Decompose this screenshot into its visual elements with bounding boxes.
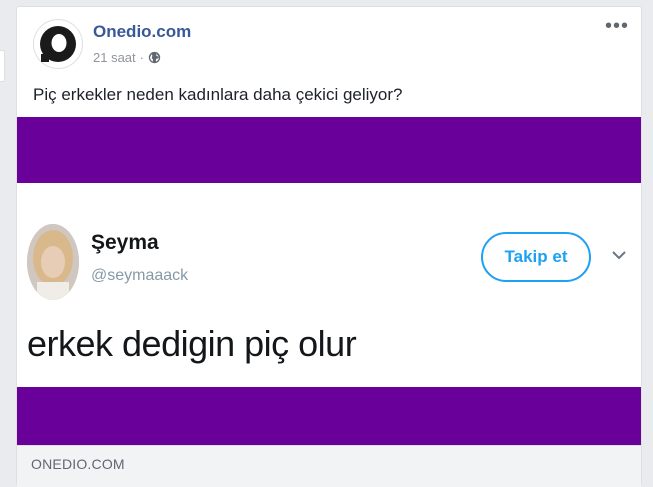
left-edge-tab xyxy=(0,50,5,82)
page-name-link[interactable]: Onedio.com xyxy=(93,22,191,42)
tweet-author-handle: @seymaaack xyxy=(91,267,189,284)
follow-button[interactable]: Takip et xyxy=(481,232,591,282)
tweet-author-name: Şeyma xyxy=(91,231,159,254)
link-image[interactable]: Şeyma @seymaaack Takip et erkek dedigin … xyxy=(17,117,641,445)
purple-band-bottom xyxy=(17,387,641,445)
tweet-avatar xyxy=(27,224,79,300)
more-options-icon[interactable]: ••• xyxy=(605,16,629,36)
post-text: Piç erkekler neden kadınlara daha çekici… xyxy=(33,85,403,104)
page-avatar[interactable] xyxy=(33,19,83,69)
meta-separator: · xyxy=(139,50,144,65)
chevron-down-icon[interactable] xyxy=(611,247,627,263)
purple-band-top xyxy=(17,117,641,183)
onedio-logo-icon xyxy=(40,26,76,62)
link-preview-footer[interactable]: ONEDIO.COM xyxy=(17,445,641,487)
post-meta: 21 saat · xyxy=(93,50,161,65)
post-timestamp[interactable]: 21 saat xyxy=(93,50,136,65)
globe-icon[interactable] xyxy=(148,51,161,64)
post-card: Onedio.com 21 saat · ••• Piç erkekler ne… xyxy=(16,6,642,487)
tweet-text: erkek dedigin piç olur xyxy=(27,323,357,364)
link-domain: ONEDIO.COM xyxy=(31,456,125,472)
